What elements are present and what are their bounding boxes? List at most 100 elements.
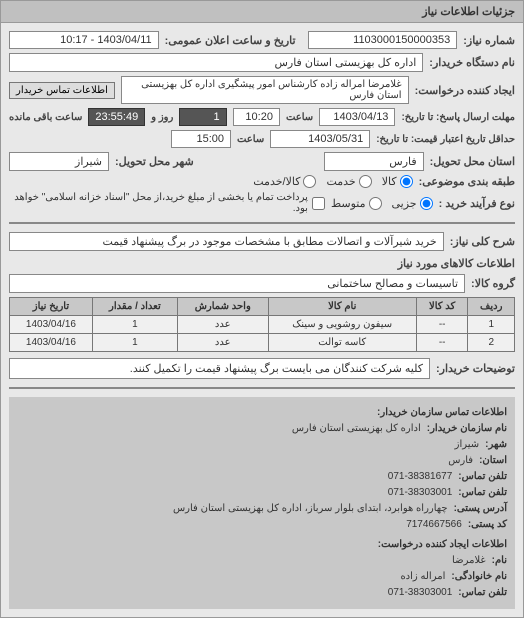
announce-field: 1403/04/11 - 10:17 (9, 31, 159, 49)
c-city-lbl: شهر: (485, 437, 507, 453)
requester-label: ایجاد کننده درخواست: (415, 84, 515, 97)
pkg-service-text: خدمت (326, 175, 355, 188)
treasury-checkbox[interactable] (312, 197, 325, 210)
separator-1 (9, 222, 515, 224)
province-label: استان محل تحویل: (430, 155, 515, 168)
bt-medium-option[interactable]: متوسط (331, 197, 382, 210)
c-lname: امراله زاده (400, 569, 445, 585)
th-date: تاریخ نیاز (10, 298, 93, 316)
pkg-both-radio[interactable] (303, 175, 316, 188)
cell: سیفون روشویی و سینک (268, 316, 416, 334)
table-header-row: ردیف کد کالا نام کالا واحد شمارش تعداد /… (10, 298, 515, 316)
cell: 1403/04/16 (10, 316, 93, 334)
th-qty: تعداد / مقدار (92, 298, 177, 316)
days-label: روز و (151, 112, 173, 123)
treasury-check-wrap[interactable]: پرداخت تمام یا بخشی از مبلغ خرید،از محل … (9, 192, 325, 214)
c-province: فارس (448, 453, 473, 469)
c-fname: غلامرضا (452, 553, 486, 569)
pkg-radio-group: کالا خدمت کالا/خدمت (253, 175, 412, 188)
valid-time-field: 15:00 (171, 130, 231, 148)
deadline-time-label: ساعت (286, 112, 313, 123)
c-fname-lbl: نام: (492, 553, 507, 569)
pkg-goods-option[interactable]: کالا (382, 175, 413, 188)
province-field: فارس (324, 152, 424, 171)
deadline-date-field: 1403/04/13 (319, 108, 395, 126)
cell: 2 (468, 334, 515, 352)
c-addr: چهارراه هوابرد، ابتدای بلوار سرباز، ادار… (173, 501, 448, 517)
cell: عدد (177, 334, 268, 352)
buy-type-label: نوع فرآیند خرید : (439, 197, 515, 210)
contact-info-block: اطلاعات تماس سازمان خریدار: نام سازمان خ… (9, 397, 515, 609)
requester-field: غلامرضا امراله زاده کارشناس امور پیشگیری… (121, 76, 409, 104)
bt-partial-text: جزیی (392, 197, 417, 210)
bt-medium-text: متوسط (331, 197, 366, 210)
valid-label: حداقل تاریخ اعتبار قیمت: تا تاریخ: (376, 134, 515, 145)
cell: 1 (92, 316, 177, 334)
c-phone-lbl: تلفن تماس: (458, 469, 507, 485)
goods-section-title: اطلاعات کالاهای مورد نیاز (9, 257, 515, 270)
pkg-label: طبقه بندی موضوعی: (419, 175, 515, 188)
deadline-time-field: 10:20 (233, 108, 280, 126)
cell: 1 (92, 334, 177, 352)
th-idx: ردیف (468, 298, 515, 316)
bt-partial-radio[interactable] (420, 197, 433, 210)
c-cphone-lbl: تلفن تماس: (458, 585, 507, 601)
c-fax-lbl: تلفن تماس: (458, 485, 507, 501)
cell: کاسه توالت (268, 334, 416, 352)
c-org: اداره کل بهزیستی استان فارس (292, 421, 421, 437)
remain-label: ساعت باقی مانده (9, 112, 82, 123)
pkg-service-radio[interactable] (359, 175, 372, 188)
cell: -- (416, 316, 468, 334)
panel-header: جزئیات اطلاعات نیاز (1, 1, 523, 23)
c-addr-lbl: آدرس پستی: (454, 501, 507, 517)
need-title-label: شرح کلی نیاز: (450, 235, 515, 248)
creator-title: اطلاعات ایجاد کننده درخواست: (17, 537, 507, 553)
separator-2 (9, 387, 515, 389)
details-panel: جزئیات اطلاعات نیاز شماره نیاز: 11030001… (0, 0, 524, 618)
desc-label: توضیحات خریدار: (436, 362, 515, 375)
c-cphone: 071-38303001 (388, 585, 453, 601)
c-phone: 071-38381677 (388, 469, 453, 485)
c-postal: 7174667566 (406, 517, 462, 533)
th-code: کد کالا (416, 298, 468, 316)
req-no-label: شماره نیاز: (463, 34, 515, 47)
days-field: 1 (179, 108, 226, 126)
bt-partial-option[interactable]: جزیی (392, 197, 433, 210)
pkg-both-option[interactable]: کالا/خدمت (253, 175, 316, 188)
c-fax: 071-38303001 (388, 485, 453, 501)
buy-type-radio-group: جزیی متوسط (331, 197, 433, 210)
deadline-label: مهلت ارسال پاسخ: تا تاریخ: (401, 112, 515, 123)
treasury-note: پرداخت تمام یا بخشی از مبلغ خرید،از محل … (9, 192, 308, 214)
cell: 1403/04/16 (10, 334, 93, 352)
pkg-both-text: کالا/خدمت (253, 175, 300, 188)
c-postal-lbl: کد پستی: (468, 517, 507, 533)
table-row: 1 -- سیفون روشویی و سینک عدد 1 1403/04/1… (10, 316, 515, 334)
contact-title: اطلاعات تماس سازمان خریدار: (17, 405, 507, 421)
pkg-goods-radio[interactable] (400, 175, 413, 188)
panel-content: شماره نیاز: 1103000150000353 تاریخ و ساع… (1, 23, 523, 617)
c-city: شیراز (455, 437, 480, 453)
buyer-org-field: اداره کل بهزیستی استان فارس (9, 53, 423, 72)
cell: -- (416, 334, 468, 352)
valid-date-field: 1403/05/31 (270, 130, 370, 148)
bt-medium-radio[interactable] (369, 197, 382, 210)
buyer-contact-button[interactable]: اطلاعات تماس خریدار (9, 82, 115, 99)
table-row: 2 -- کاسه توالت عدد 1 1403/04/16 (10, 334, 515, 352)
buyer-org-label: نام دستگاه خریدار: (429, 56, 515, 69)
announce-label: تاریخ و ساعت اعلان عمومی: (165, 34, 296, 47)
city-label: شهر محل تحویل: (115, 155, 194, 168)
group-field: تاسیسات و مصالح ساختمانی (9, 274, 465, 293)
cell: عدد (177, 316, 268, 334)
group-label: گروه کالا: (471, 277, 515, 290)
need-title-field: خرید شیرآلات و اتصالات مطابق با مشخصات م… (9, 232, 444, 251)
th-name: نام کالا (268, 298, 416, 316)
th-unit: واحد شمارش (177, 298, 268, 316)
pkg-service-option[interactable]: خدمت (326, 175, 371, 188)
cell: 1 (468, 316, 515, 334)
pkg-goods-text: کالا (382, 175, 397, 188)
goods-table: ردیف کد کالا نام کالا واحد شمارش تعداد /… (9, 297, 515, 352)
c-lname-lbl: نام خانوادگی: (451, 569, 507, 585)
city-field: شیراز (9, 152, 109, 171)
valid-time-label: ساعت (237, 134, 264, 145)
c-org-lbl: نام سازمان خریدار: (427, 421, 507, 437)
